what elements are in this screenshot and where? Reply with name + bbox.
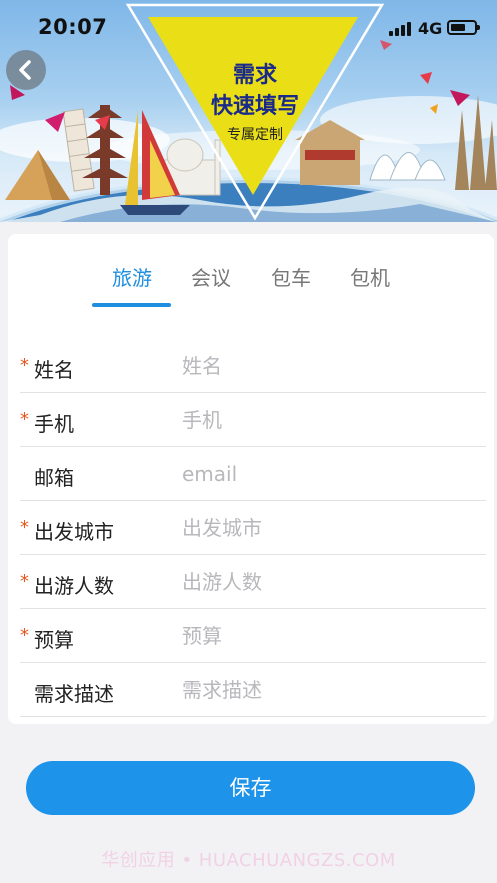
form-row-email: 邮箱 <box>20 447 486 501</box>
form-row-phone: * 手机 <box>20 393 486 447</box>
name-input[interactable] <box>182 348 462 384</box>
field-label-phone: 手机 <box>34 412 74 436</box>
network-type: 4G <box>418 19 443 38</box>
budget-input[interactable] <box>182 618 462 654</box>
back-button[interactable] <box>6 50 46 90</box>
field-label-departure-city: 出发城市 <box>34 520 114 544</box>
tab-travel[interactable]: 旅游 <box>92 262 172 291</box>
departure-city-input[interactable] <box>182 510 462 546</box>
tab-plane-charter[interactable]: 包机 <box>330 262 410 291</box>
header-banner: 需求 快速填写 专属定制 20:07 4G <box>0 0 497 222</box>
field-label-budget: 预算 <box>34 628 74 652</box>
form-row-name: * 姓名 <box>20 339 486 393</box>
field-label-name: 姓名 <box>34 358 74 382</box>
traveler-count-input[interactable] <box>182 564 462 600</box>
form-row-description: 需求描述 <box>20 663 486 717</box>
banner-line2: 快速填写 <box>210 94 299 119</box>
banner-line1: 需求 <box>232 63 277 88</box>
active-tab-indicator <box>92 303 171 307</box>
required-mark: * <box>20 625 29 646</box>
required-mark: * <box>20 517 29 538</box>
field-label-traveler-count: 出游人数 <box>34 574 114 598</box>
required-mark: * <box>20 355 29 376</box>
field-label-description: 需求描述 <box>34 682 114 706</box>
description-input[interactable] <box>182 672 462 708</box>
email-input[interactable] <box>182 456 462 492</box>
tab-car-charter[interactable]: 包车 <box>251 262 331 291</box>
status-bar: 20:07 4G <box>0 0 497 50</box>
form-row-budget: * 预算 <box>20 609 486 663</box>
tab-meeting[interactable]: 会议 <box>171 262 251 291</box>
required-mark: * <box>20 409 29 430</box>
category-tabs: 旅游 会议 包车 包机 <box>8 234 494 309</box>
status-time: 20:07 <box>38 15 108 39</box>
phone-input[interactable] <box>182 402 462 438</box>
save-button[interactable]: 保存 <box>26 761 475 815</box>
field-label-email: 邮箱 <box>34 466 74 490</box>
required-mark: * <box>20 571 29 592</box>
form-row-traveler-count: * 出游人数 <box>20 555 486 609</box>
banner-line3: 专属定制 <box>227 127 283 143</box>
chevron-left-icon <box>19 60 31 80</box>
battery-icon <box>447 20 480 35</box>
watermark: 华创应用 • HUACHUANGZS.COM <box>101 850 396 871</box>
signal-icon <box>389 22 411 36</box>
form-row-departure-city: * 出发城市 <box>20 501 486 555</box>
